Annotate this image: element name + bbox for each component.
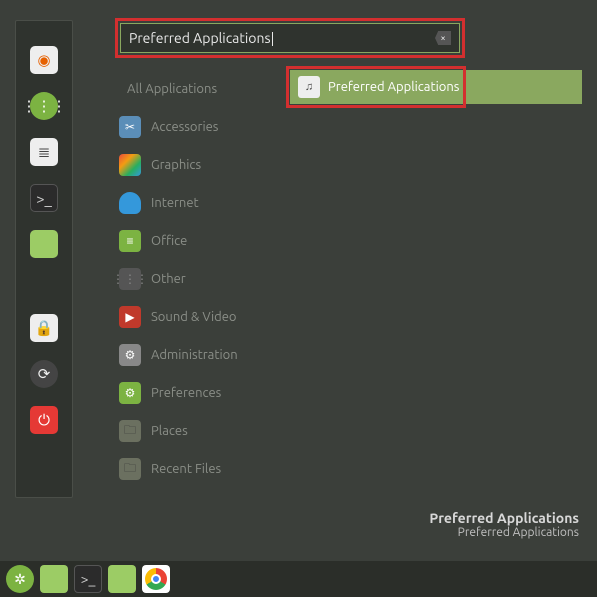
fav-lock-icon[interactable]: 🔒 (30, 314, 58, 342)
category-icon (119, 192, 141, 214)
category-label: Graphics (151, 158, 201, 172)
category-label: Accessories (151, 120, 218, 134)
category-icon: ▶ (119, 306, 141, 328)
category-icon: 🗀 (119, 420, 141, 442)
clear-search-icon[interactable]: × (435, 31, 451, 45)
category-label: Other (151, 272, 186, 286)
category-icon: ✂ (119, 116, 141, 138)
taskbar-show-desktop-icon[interactable] (40, 565, 68, 593)
category-other[interactable]: ⋮⋮⋮ Other (115, 260, 280, 298)
fav-logout-icon[interactable]: ⟳ (30, 360, 58, 388)
category-recent-files[interactable]: 🗀 Recent Files (115, 450, 280, 488)
taskbar: ✲ >_ (0, 561, 597, 597)
taskbar-files-icon[interactable] (108, 565, 136, 593)
search-input[interactable]: Preferred Applications × (120, 23, 460, 53)
category-label: Recent Files (151, 462, 221, 476)
category-sound-video[interactable]: ▶ Sound & Video (115, 298, 280, 336)
category-icon: ⚙ (119, 344, 141, 366)
taskbar-menu-icon[interactable]: ✲ (6, 565, 34, 593)
results-list: ♫ Preferred Applications (290, 70, 582, 488)
category-label: Sound & Video (151, 310, 237, 324)
categories-list: All Applications ✂ Accessories Graphics Int… (115, 70, 280, 488)
taskbar-terminal-icon[interactable]: >_ (74, 565, 102, 593)
preferred-apps-icon: ♫ (298, 76, 320, 98)
category-preferences[interactable]: ⚙ Preferences (115, 374, 280, 412)
category-label: Administration (151, 348, 238, 362)
category-icon: ⋮⋮⋮ (119, 268, 141, 290)
category-label: All Applications (127, 82, 217, 96)
result-label: Preferred Applications (328, 80, 459, 94)
category-label: Preferences (151, 386, 221, 400)
fav-firefox-icon[interactable]: ◉ (30, 46, 58, 74)
category-label: Office (151, 234, 187, 248)
category-accessories[interactable]: ✂ Accessories (115, 108, 280, 146)
fav-app-grid-icon[interactable]: ⋮⋮⋮ (30, 92, 58, 120)
fav-power-icon[interactable]: ⏻ (30, 406, 58, 434)
category-internet[interactable]: Internet (115, 184, 280, 222)
fav-terminal-icon[interactable]: >_ (30, 184, 58, 212)
taskbar-chrome-icon[interactable] (142, 565, 170, 593)
category-office[interactable]: ≡ Office (115, 222, 280, 260)
category-icon: 🗀 (119, 458, 141, 480)
hint-subtitle: Preferred Applications (429, 526, 579, 539)
category-icon: ≡ (119, 230, 141, 252)
category-graphics[interactable]: Graphics (115, 146, 280, 184)
search-value: Preferred Applications (129, 30, 435, 46)
result-preferred-applications[interactable]: ♫ Preferred Applications (290, 70, 582, 104)
category-icon: ⚙ (119, 382, 141, 404)
category-label: Places (151, 424, 188, 438)
category-icon (119, 154, 141, 176)
fav-system-monitor-icon[interactable]: ≣ (30, 138, 58, 166)
fav-files-icon[interactable] (30, 230, 58, 258)
menu-panel: Preferred Applications × All Application… (115, 18, 582, 547)
search-highlight: Preferred Applications × (115, 18, 465, 58)
app-description: Preferred Applications Preferred Applica… (429, 510, 579, 539)
category-administration[interactable]: ⚙ Administration (115, 336, 280, 374)
hint-title: Preferred Applications (429, 510, 579, 526)
category-all-applications[interactable]: All Applications (115, 70, 280, 108)
category-places[interactable]: 🗀 Places (115, 412, 280, 450)
category-label: Internet (151, 196, 199, 210)
favorites-sidebar: ◉ ⋮⋮⋮ ≣ >_ 🔒 ⟳ ⏻ (15, 20, 73, 498)
